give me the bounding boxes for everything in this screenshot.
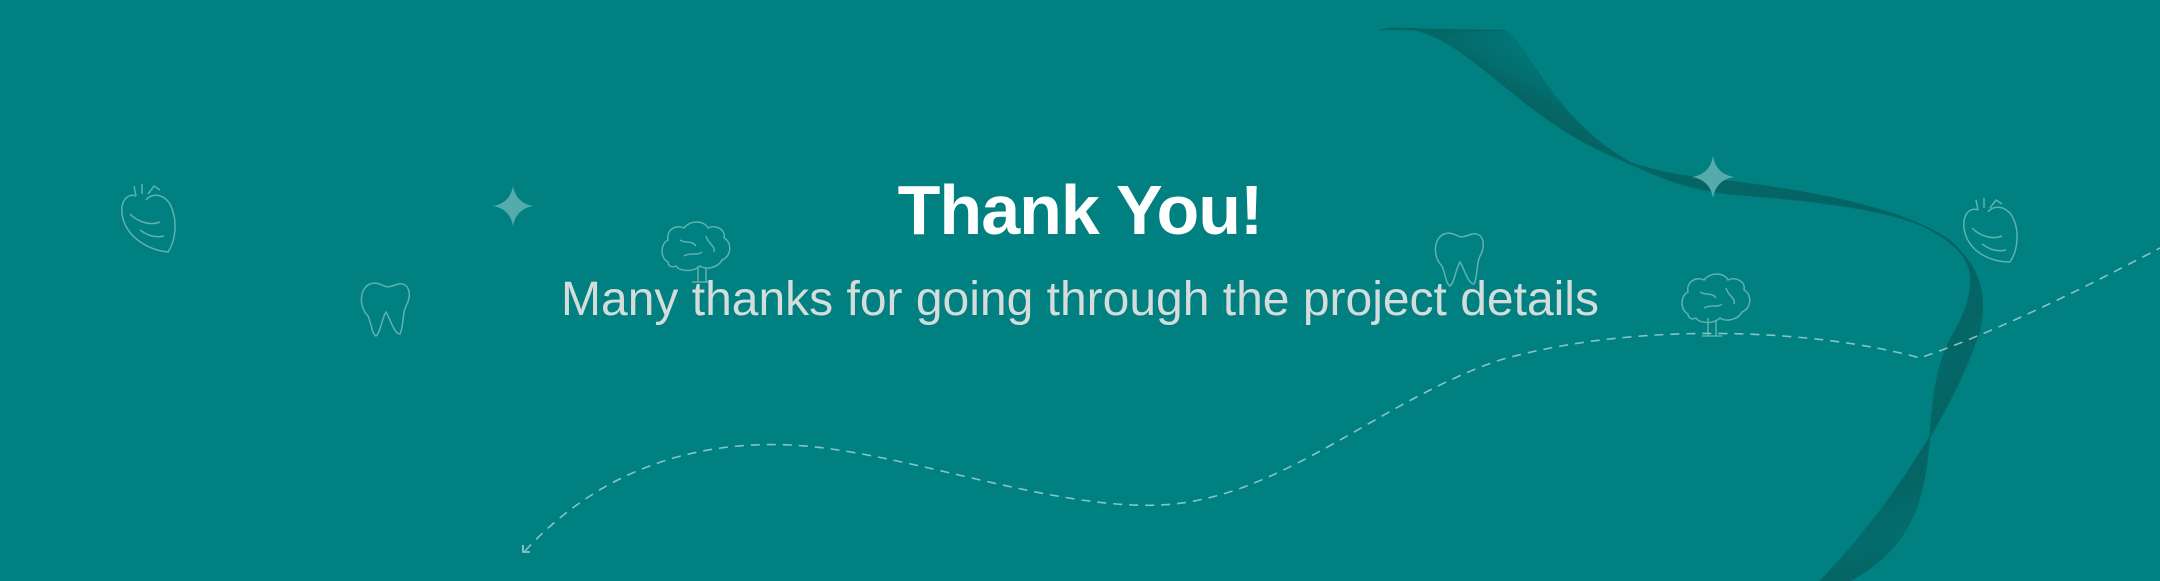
thank-you-banner: Thank You! Many thanks for going through… bbox=[0, 0, 2160, 581]
page-subtitle: Many thanks for going through the projec… bbox=[561, 273, 1599, 326]
page-title: Thank You! bbox=[897, 171, 1264, 249]
